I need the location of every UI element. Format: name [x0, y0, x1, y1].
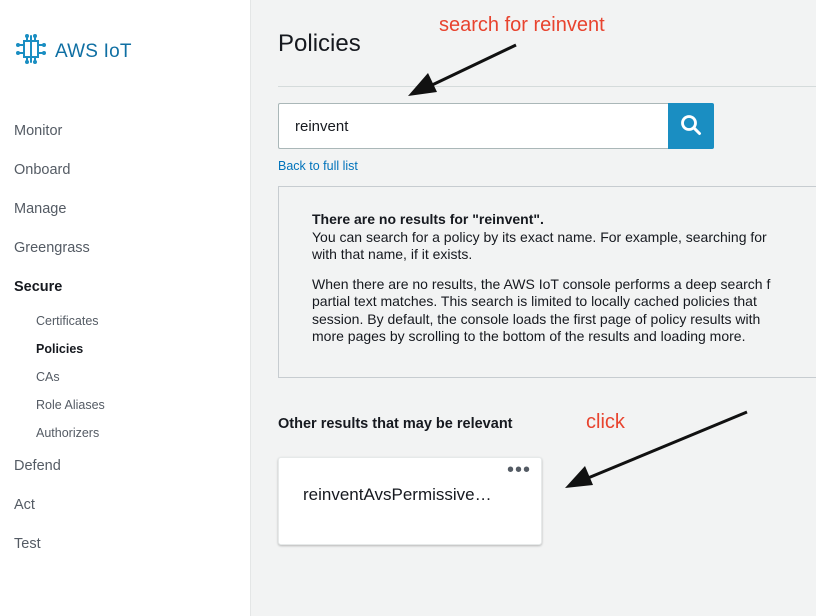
- sidebar-item-onboard[interactable]: Onboard: [0, 151, 250, 190]
- brand[interactable]: AWS IoT: [14, 32, 132, 71]
- sidebar-subitem-cas[interactable]: CAs: [0, 363, 250, 391]
- aws-iot-logo-icon: [14, 32, 48, 71]
- sidebar-item-act[interactable]: Act: [0, 486, 250, 525]
- more-options-icon[interactable]: •••: [507, 460, 531, 480]
- policy-card[interactable]: reinventAvsPermissive… •••: [278, 457, 542, 545]
- sidebar-item-greengrass[interactable]: Greengrass: [0, 229, 250, 268]
- search-bar: [278, 103, 714, 149]
- sidebar-item-monitor[interactable]: Monitor: [0, 112, 250, 151]
- annotation-click-note: click: [586, 411, 625, 433]
- policy-card-name[interactable]: reinventAvsPermissive…: [303, 485, 523, 505]
- sidebar-subitem-certificates[interactable]: Certificates: [0, 307, 250, 335]
- title-divider: [278, 86, 816, 87]
- no-results-line: session. By default, the console loads t…: [312, 310, 761, 327]
- back-to-full-list-link[interactable]: Back to full list: [278, 159, 358, 173]
- sidebar-subitem-role-aliases[interactable]: Role Aliases: [0, 391, 250, 419]
- no-results-text: There are no results for "reinvent". You…: [312, 211, 816, 358]
- no-results-heading: There are no results for "reinvent".: [312, 211, 544, 227]
- search-input[interactable]: [278, 103, 668, 149]
- sidebar-item-manage[interactable]: Manage: [0, 190, 250, 229]
- brand-name: AWS IoT: [55, 40, 132, 62]
- sidebar-subitem-authorizers[interactable]: Authorizers: [0, 419, 250, 447]
- sidebar-item-defend[interactable]: Defend: [0, 447, 250, 486]
- search-icon: [680, 114, 702, 139]
- no-results-line: more pages by scrolling to the bottom of…: [312, 328, 746, 344]
- sidebar-subitem-policies[interactable]: Policies: [0, 335, 250, 363]
- sidebar-item-test[interactable]: Test: [0, 525, 250, 564]
- arrow-to-search-icon: [408, 43, 517, 96]
- no-results-message: There are no results for "reinvent". You…: [278, 186, 816, 378]
- no-results-line: You can search for a policy by its exact…: [312, 228, 767, 245]
- no-results-line: partial text matches. This search is lim…: [312, 293, 757, 309]
- sidebar-nav: Monitor Onboard Manage Greengrass Secure…: [0, 112, 250, 564]
- annotation-search-note: search for reinvent: [439, 14, 605, 36]
- no-results-line: with that name, if it exists.: [312, 246, 473, 262]
- other-results-heading: Other results that may be relevant: [278, 416, 513, 432]
- no-results-line: When there are no results, the AWS IoT c…: [312, 275, 771, 292]
- page-title: Policies: [278, 30, 361, 57]
- sidebar-item-secure[interactable]: Secure: [0, 268, 250, 307]
- sidebar: AWS IoT Monitor Onboard Manage Greengras…: [0, 0, 251, 616]
- search-button[interactable]: [668, 103, 714, 149]
